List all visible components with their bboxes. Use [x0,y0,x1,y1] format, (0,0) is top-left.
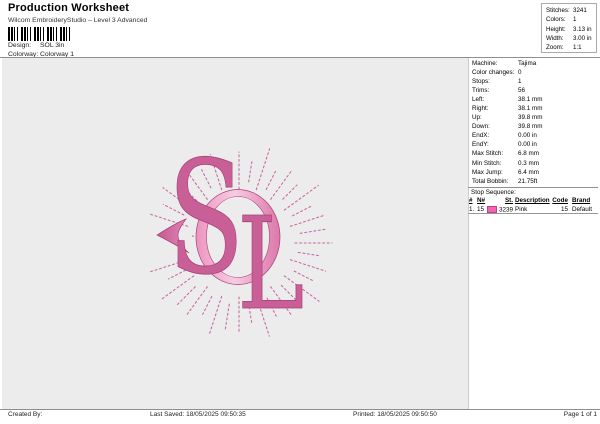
col-n: N# [477,197,485,204]
created-by-label: Created By: [8,411,42,418]
app-subtitle: Wilcom EmbroideryStudio – Level 3 Advanc… [8,17,147,24]
letter-s: S [168,129,245,310]
stop-sequence-title: Stop Sequence: [471,189,516,196]
thread-color-swatch [487,206,497,214]
stop-sequence-separator [468,187,598,188]
cell-st: 3239 [486,206,513,214]
summary-row: Zoom:1:1 [546,43,596,52]
col-num: # [469,197,473,204]
printed-label: Printed: 18/05/2025 09:50:50 [353,411,437,418]
machine-row: Trims:56 [472,86,598,95]
col-brand: Brand [572,197,590,204]
summary-row: Colors:1 [546,15,596,24]
machine-row: Machine:Tajima [472,59,598,68]
machine-row: Total Bobbin:21.75ft [472,177,598,186]
design-summary-box: Stitches:3241 Colors:1 Height:3.13 in Wi… [541,3,597,53]
table-bottom-line [468,213,598,214]
design-value: SOL 3in [40,42,64,49]
design-label: Design: [8,42,40,49]
cell-code: 15 [552,206,568,213]
summary-row: Height:3.13 in [546,25,596,34]
cell-num: 1. [469,206,474,213]
col-description: Description [515,197,550,204]
machine-row: Max Stitch:6.8 mm [472,149,598,158]
machine-row: Right:38.1 mm [472,104,598,113]
machine-row: Up:39.8 mm [472,113,598,122]
production-worksheet-page: Production Worksheet Wilcom EmbroiderySt… [0,0,600,424]
machine-row: Left:38.1 mm [472,95,598,104]
design-canvas: S L [2,58,468,409]
cell-description: Pink [515,206,527,213]
footer-separator [0,409,600,410]
design-monogram: S L [2,58,468,409]
machine-row: Color changes:0 [472,68,598,77]
col-st: St. [499,197,513,204]
machine-info-panel: Machine:Tajima Color changes:0 Stops:1 T… [472,59,598,186]
barcode-image [8,27,70,41]
summary-row: Width:3.00 in [546,34,596,43]
design-row: Design:SOL 3in [8,42,64,49]
machine-row: Stops:1 [472,77,598,86]
machine-row: EndX:0.00 in [472,131,598,140]
col-code: Code [552,197,568,204]
machine-row: EndY:0.00 in [472,140,598,149]
machine-row: Max Jump:6.4 mm [472,168,598,177]
page-number: Page 1 of 1 [564,411,597,418]
machine-row: Down:39.8 mm [472,122,598,131]
cell-n: 15 [477,206,484,213]
summary-row: Stitches:3241 [546,6,596,15]
cell-brand: Default [572,206,592,213]
letter-l: L [237,191,304,339]
page-title: Production Worksheet [8,2,129,14]
panel-left-border [468,58,469,409]
last-saved-label: Last Saved: 18/05/2025 09:50:35 [150,411,246,418]
machine-row: Min Stitch:0.3 mm [472,159,598,168]
